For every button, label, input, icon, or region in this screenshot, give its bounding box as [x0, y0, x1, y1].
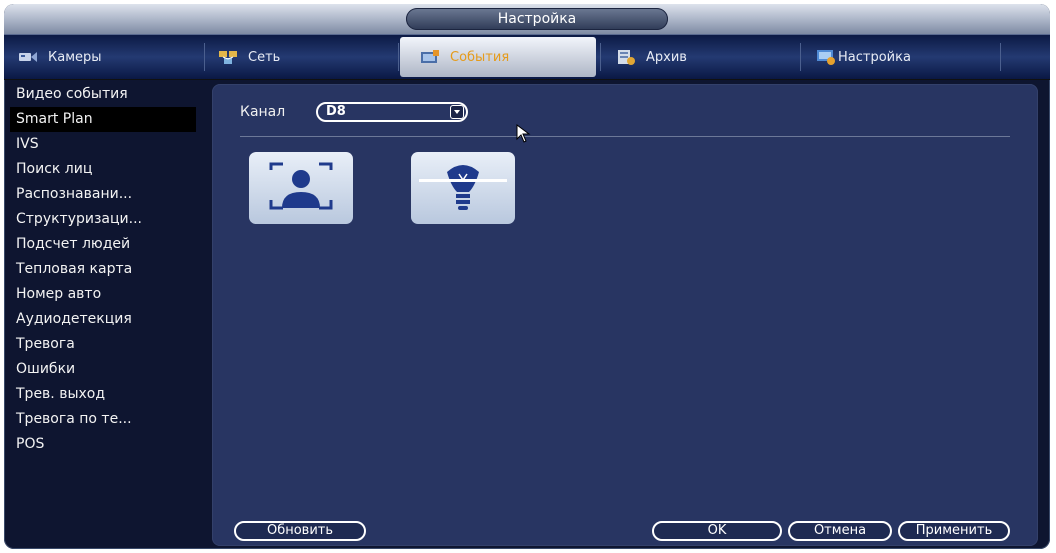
- tab-label: Архив: [646, 49, 687, 65]
- refresh-button[interactable]: Обновить: [234, 521, 366, 541]
- network-icon: [219, 51, 237, 64]
- channel-select[interactable]: D8: [316, 102, 468, 122]
- camera-icon: [19, 52, 37, 62]
- tab-archive[interactable]: Архив: [616, 37, 786, 77]
- face-detection-icon: [269, 162, 333, 210]
- sidebar-item-plate-number[interactable]: Номер авто: [10, 282, 196, 307]
- settings-window: Настройка Камеры Сеть События Архив Наст…: [4, 4, 1050, 549]
- settings-icon: [817, 50, 835, 65]
- sidebar-item-ivs[interactable]: IVS: [10, 132, 196, 157]
- sidebar-item-alarm-output[interactable]: Трев. выход: [10, 382, 196, 407]
- tab-label: Камеры: [48, 49, 102, 65]
- sidebar-item-pos[interactable]: POS: [10, 432, 196, 457]
- tab-network[interactable]: Сеть: [218, 37, 388, 77]
- sidebar-item-face-search[interactable]: Поиск лиц: [10, 157, 196, 182]
- sidebar-item-heat-map[interactable]: Тепловая карта: [10, 257, 196, 282]
- tab-label: События: [450, 49, 510, 65]
- tab-cameras[interactable]: Камеры: [18, 37, 188, 77]
- tab-divider: [1000, 43, 1001, 71]
- event-sidebar: Видео события Smart Plan IVS Поиск лиц Р…: [4, 82, 209, 549]
- sidebar-item-errors[interactable]: Ошибки: [10, 357, 196, 382]
- smart-plan-panel: Канал D8 Обновить OK Отмена Применить: [212, 84, 1038, 546]
- tripwire-icon: [419, 165, 507, 210]
- sidebar-item-alarm[interactable]: Тревога: [10, 332, 196, 357]
- sidebar-item-recognition[interactable]: Распознавани...: [10, 182, 196, 207]
- window-title: Настройка: [406, 8, 668, 30]
- main-tab-bar: Камеры Сеть События Архив Настройка: [4, 34, 1050, 80]
- sidebar-item-smart-plan[interactable]: Smart Plan: [10, 107, 196, 132]
- tab-divider: [600, 43, 601, 71]
- tab-divider: [398, 43, 399, 71]
- sidebar-item-temperature-alarm[interactable]: Тревога по те...: [10, 407, 196, 432]
- sidebar-item-video-events[interactable]: Видео события: [10, 82, 196, 107]
- sidebar-item-audio-detection[interactable]: Аудиодетекция: [10, 307, 196, 332]
- events-icon: [421, 50, 439, 63]
- sidebar-item-structuring[interactable]: Структуризаци...: [10, 207, 196, 232]
- apply-button[interactable]: Применить: [898, 521, 1010, 541]
- tab-label: Сеть: [248, 49, 281, 65]
- archive-icon: [618, 50, 635, 65]
- face-detection-button[interactable]: [249, 152, 353, 224]
- tab-divider: [800, 43, 801, 71]
- tab-divider: [204, 43, 205, 71]
- tab-label: Настройка: [838, 49, 911, 65]
- title-bar: Настройка: [4, 4, 1050, 34]
- tripwire-button[interactable]: [411, 152, 515, 224]
- chevron-down-icon: [450, 105, 464, 119]
- sidebar-item-people-counting[interactable]: Подсчет людей: [10, 232, 196, 257]
- tab-settings[interactable]: Настройка: [816, 37, 986, 77]
- ok-button[interactable]: OK: [652, 521, 782, 541]
- channel-value: D8: [326, 104, 346, 119]
- cancel-button[interactable]: Отмена: [788, 521, 892, 541]
- tab-events[interactable]: События: [400, 37, 596, 77]
- channel-label: Канал: [240, 104, 286, 120]
- mouse-cursor-icon: [516, 124, 531, 143]
- channel-divider: [240, 136, 1010, 137]
